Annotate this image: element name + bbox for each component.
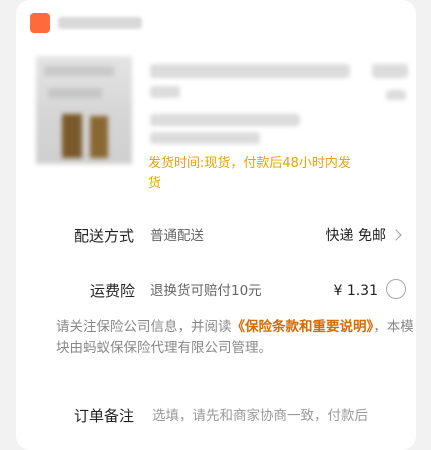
shipping-insurance-label: 运费险 bbox=[90, 282, 136, 300]
shipping-insurance-description: 退换货可赔付10元 bbox=[150, 283, 262, 299]
delivery-method-value: 普通配送 bbox=[150, 228, 204, 244]
product-price-redacted bbox=[372, 64, 408, 78]
shipping-insurance-radio[interactable] bbox=[386, 279, 406, 299]
product-quantity-redacted bbox=[386, 90, 406, 100]
store-name-redacted bbox=[58, 17, 142, 29]
order-remark-label: 订单备注 bbox=[74, 407, 135, 425]
delivery-option-value[interactable]: 快递 免邮 bbox=[326, 226, 386, 246]
shipping-insurance-price: ¥ 1.31 bbox=[333, 283, 378, 299]
product-title-redacted bbox=[150, 64, 350, 78]
product-sku-redacted-line2 bbox=[150, 132, 260, 144]
insurance-terms-link[interactable]: 《保险条款和重要说明》 bbox=[232, 319, 374, 335]
order-card: 发货时间:现货，付款后48小时内发货 配送方式 普通配送 快递 免邮 运费险 退… bbox=[16, 0, 416, 450]
store-logo-icon bbox=[30, 13, 50, 33]
insurance-notice: 请关注保险公司信息，并阅读《保险条款和重要说明》，本模块由蚂蚁保保险代理有限公司… bbox=[56, 317, 414, 359]
order-remark-input[interactable] bbox=[152, 406, 416, 426]
delivery-method-label: 配送方式 bbox=[74, 227, 135, 245]
insurance-notice-prefix: 请关注保险公司信息，并阅读 bbox=[56, 319, 232, 335]
product-title-redacted-line2 bbox=[150, 86, 180, 98]
product-sku-redacted bbox=[150, 114, 300, 126]
chevron-right-icon[interactable] bbox=[390, 229, 402, 241]
shipping-time-note: 发货时间:现货，付款后48小时内发货 bbox=[148, 156, 351, 191]
product-thumbnail[interactable] bbox=[36, 56, 132, 164]
